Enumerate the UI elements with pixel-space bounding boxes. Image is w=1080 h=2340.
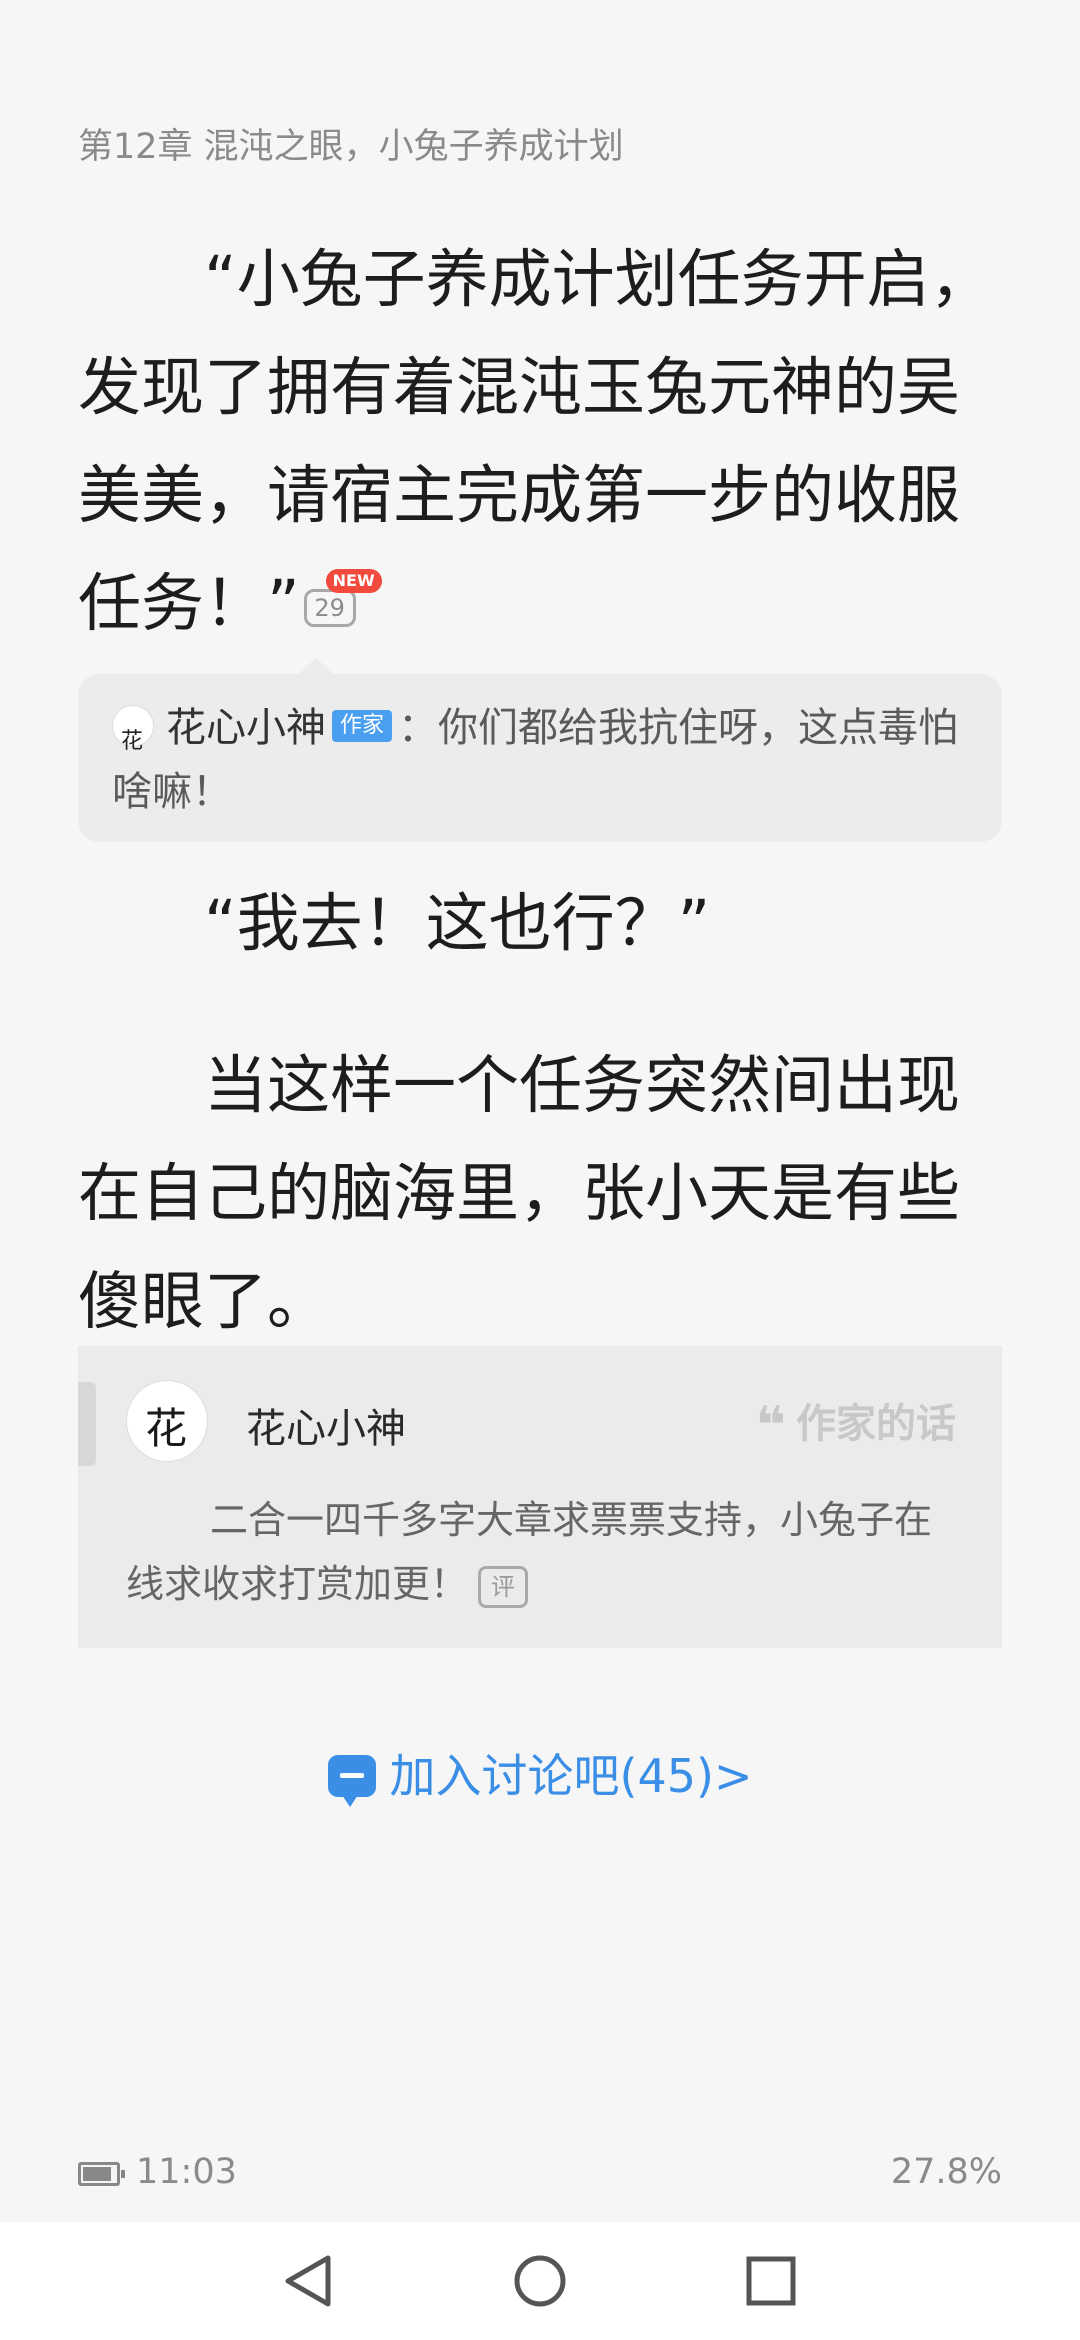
chat-bubble-icon bbox=[327, 1754, 376, 1807]
quote-icon: ❝ bbox=[755, 1396, 786, 1456]
author-words-label-text: 作家的话 bbox=[796, 1401, 956, 1447]
author-message: 二合一四千多字大章求票票支持，小兔子在线求收求打赏加更！评 bbox=[126, 1488, 966, 1616]
author-words-card[interactable]: 花心小神 ❝作家的话 二合一四千多字大章求票票支持，小兔子在线求收求打赏加更！评 bbox=[78, 1346, 1002, 1648]
reader-status-bar: 11:03 27.8% bbox=[78, 2152, 1002, 2202]
review-label: 评 bbox=[491, 1572, 516, 1601]
chapter-title: 第12章 混沌之眼，小兔子养成计划 bbox=[78, 127, 624, 167]
home-icon[interactable] bbox=[505, 2246, 575, 2316]
paragraph-text: 当这样一个任务突然间出现在自己的脑海里，张小天是有些傻眼了。 bbox=[78, 1049, 960, 1338]
comment-count: 29 bbox=[303, 588, 356, 627]
recent-apps-icon[interactable] bbox=[736, 2246, 806, 2316]
author-name: 花心小神 bbox=[166, 705, 326, 751]
reading-progress: 27.8% bbox=[890, 2152, 1002, 2192]
back-icon[interactable] bbox=[274, 2246, 344, 2316]
author-name: 花心小神 bbox=[246, 1406, 406, 1452]
paragraph-comment-button[interactable]: 29 NEW bbox=[303, 568, 382, 633]
author-comment-text-block: 花心小神作家：你们都给我抗住呀，这点毒怕啥嘛！ bbox=[112, 696, 978, 824]
review-icon[interactable]: 评 bbox=[478, 1565, 529, 1608]
author-badge-label: 作家 bbox=[340, 713, 385, 738]
card-side-bar bbox=[78, 1382, 96, 1466]
story-paragraph: “我去！这也行？” bbox=[78, 870, 1002, 978]
discussion-label: 加入讨论吧(45)> bbox=[389, 1749, 753, 1803]
card-pointer bbox=[298, 658, 334, 674]
battery-icon bbox=[78, 2162, 125, 2186]
author-badge: 作家 bbox=[332, 710, 393, 742]
clock-time: 11:03 bbox=[136, 2152, 237, 2192]
author-words-label: ❝ 作家的话 bbox=[755, 1390, 956, 1456]
paragraph-text: “我去！这也行？” bbox=[204, 887, 711, 960]
system-navigation-bar bbox=[0, 2222, 1080, 2340]
comment-separator: ： bbox=[398, 705, 439, 751]
author-paragraph-comment[interactable]: 花心小神作家：你们都给我抗住呀，这点毒怕啥嘛！ bbox=[78, 658, 1002, 842]
join-discussion-link[interactable]: 加入讨论吧(45)> bbox=[0, 1740, 1080, 1807]
new-badge: NEW bbox=[325, 568, 382, 593]
author-avatar[interactable] bbox=[126, 1380, 208, 1462]
story-paragraph: “小兔子养成计划任务开启，发现了拥有着混沌玉兔元神的吴美美，请宿主完成第一步的收… bbox=[78, 226, 1002, 658]
author-message-text: 二合一四千多字大章求票票支持，小兔子在线求收求打赏加更！ bbox=[126, 1498, 933, 1606]
story-paragraph: 当这样一个任务突然间出现在自己的脑海里，张小天是有些傻眼了。 bbox=[78, 1032, 1002, 1356]
author-avatar bbox=[112, 705, 154, 774]
paragraph-text: “小兔子养成计划任务开启，发现了拥有着混沌玉兔元神的吴美美，请宿主完成第一步的收… bbox=[78, 243, 993, 640]
